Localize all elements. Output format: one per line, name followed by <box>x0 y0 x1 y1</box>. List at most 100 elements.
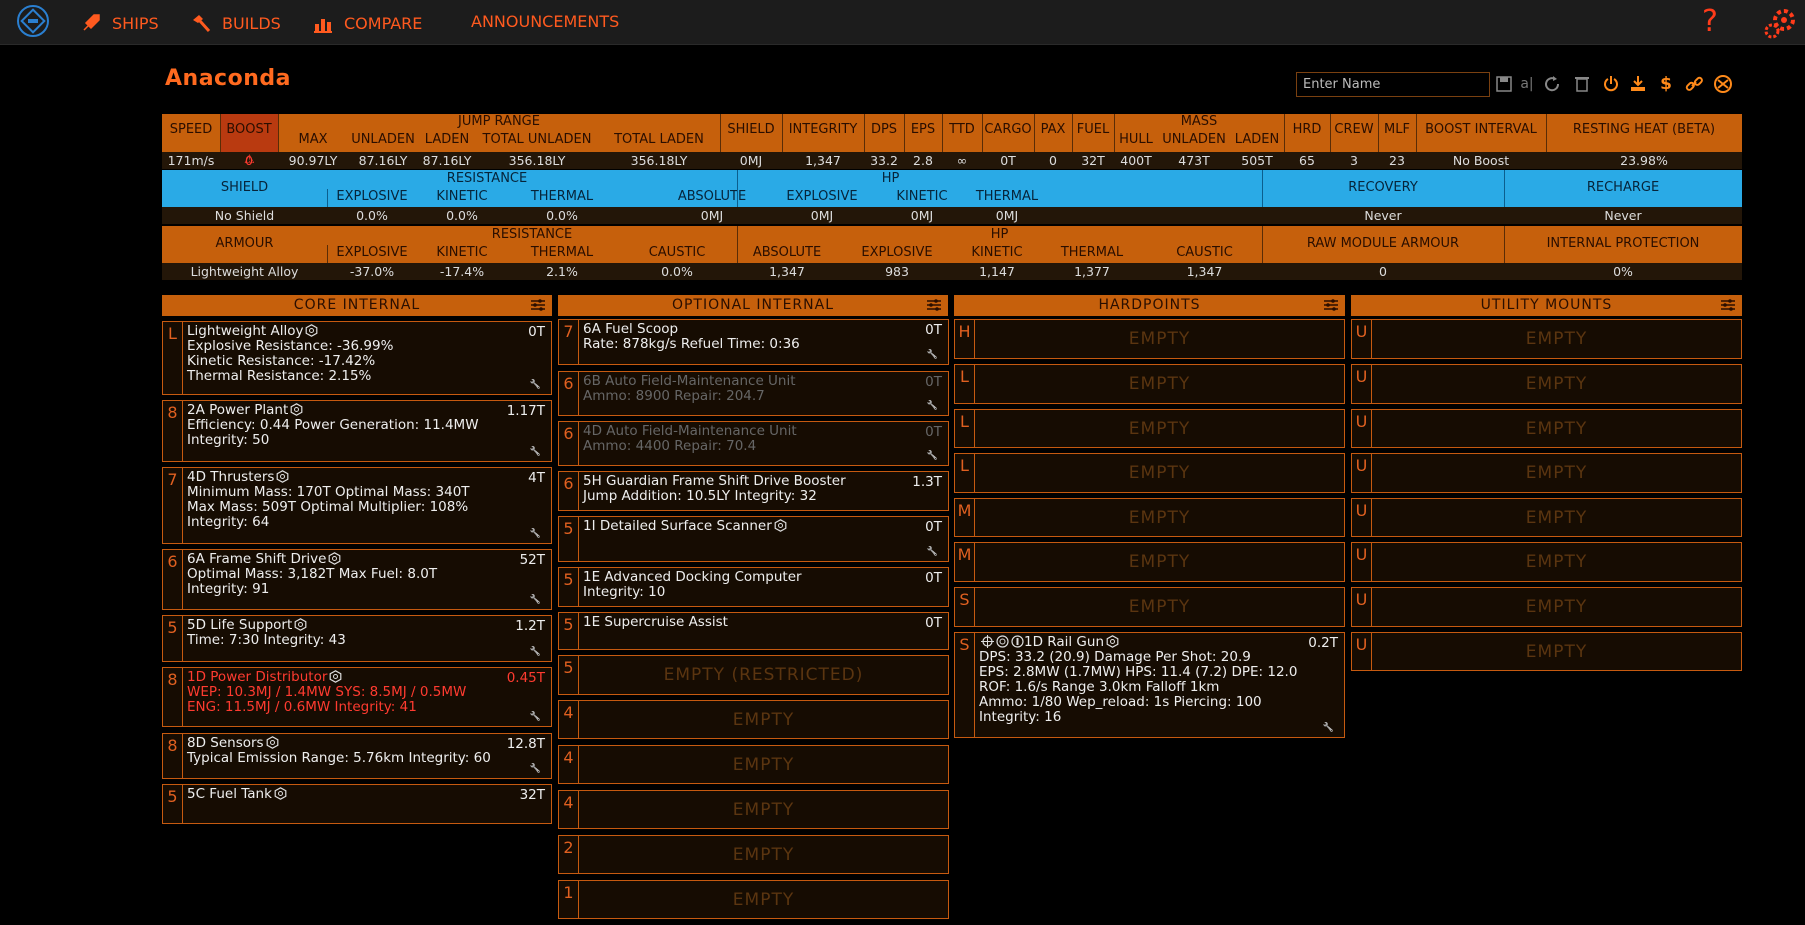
utility-slot[interactable]: U EMPTY <box>1351 632 1742 671</box>
stat-value-crew: 3 <box>1350 153 1358 168</box>
power-icon[interactable] <box>1601 73 1621 95</box>
nav-builds[interactable]: BUILDS <box>190 12 281 34</box>
filter-icon[interactable] <box>530 298 546 312</box>
empty-slot-label: EMPTY <box>732 799 795 820</box>
hardpoints-slot[interactable]: M EMPTY <box>954 542 1345 582</box>
coriolis-logo-icon[interactable] <box>16 4 50 38</box>
module-mass: 52T <box>519 552 545 568</box>
armour-hp-kinetic-label: KINETIC <box>971 245 1023 260</box>
utility-slot[interactable]: U EMPTY <box>1351 319 1742 359</box>
gear-icon[interactable] <box>1762 6 1798 40</box>
empty-slot-label: EMPTY <box>1128 329 1191 349</box>
shield-hp-thermal-label: THERMAL <box>975 189 1039 204</box>
link-icon[interactable] <box>1684 73 1704 95</box>
module-mass: 1.17T <box>506 403 545 419</box>
cost-icon[interactable]: $ <box>1656 73 1676 95</box>
nav-announcements-label: ANNOUNCEMENTS <box>471 12 620 31</box>
module-details: 1D Rail Gun DPS: 33.2 (20.9) Damage Per S… <box>979 635 1338 725</box>
top-nav-bar: SHIPS BUILDS COMPARE ANNOUNCEMENTS ? <box>0 0 1805 45</box>
build-name-input[interactable] <box>1296 72 1490 97</box>
filter-icon[interactable] <box>926 298 942 312</box>
core-slot[interactable]: 8 8D Sensors Typical Emission Range: 5.76k… <box>162 733 552 779</box>
wrench-icon[interactable]: 🔧 <box>927 547 938 557</box>
stat-value-hull: 400T <box>1120 153 1152 168</box>
wrench-icon[interactable]: 🔧 <box>530 595 541 605</box>
hardpoints-slot[interactable]: M EMPTY <box>954 498 1345 537</box>
module-name: 6B Auto Field-Maintenance Unit <box>583 374 942 389</box>
module-name-text: 6A Frame Shift Drive <box>187 551 327 567</box>
filter-icon[interactable] <box>1720 298 1736 312</box>
hardpoints-slot[interactable]: S 1D Rail Gun DPS: 33.2 (20.9) Damage Per … <box>954 632 1345 738</box>
wrench-icon[interactable]: 🔧 <box>1323 723 1334 733</box>
export-icon[interactable] <box>1628 73 1648 95</box>
reload-icon[interactable] <box>1542 73 1562 95</box>
wrench-icon[interactable]: 🔧 <box>530 764 541 774</box>
hardpoints-slot[interactable]: L EMPTY <box>954 453 1345 493</box>
delete-icon[interactable] <box>1572 73 1592 95</box>
utility-slot[interactable]: U EMPTY <box>1351 453 1742 493</box>
empty-slot-label: EMPTY <box>732 709 795 730</box>
armour-res-kinetic-label: KINETIC <box>436 245 488 260</box>
module-mass: 0.45T <box>506 670 545 686</box>
core-slot[interactable]: 5 5D Life Support Time: 7:30 Integrity: 43… <box>162 615 552 662</box>
stat-header-speed: SPEED <box>169 122 213 137</box>
optional-slot[interactable]: 4 EMPTY <box>558 745 949 784</box>
filter-icon[interactable] <box>1323 298 1339 312</box>
help-icon[interactable]: ? <box>1702 4 1718 39</box>
optional-slot[interactable]: 6 5H Guardian Frame Shift Drive Booster Ju… <box>558 471 949 511</box>
core-slot[interactable]: 5 5C Fuel Tank 32T <box>162 784 552 824</box>
utility-slot[interactable]: U EMPTY <box>1351 498 1742 537</box>
core-slot[interactable]: 6 6A Frame Shift Drive Optimal Mass: 3,182… <box>162 549 552 610</box>
wrench-icon[interactable]: 🔧 <box>927 350 938 360</box>
utility-slot[interactable]: U EMPTY <box>1351 587 1742 627</box>
utility-slot[interactable]: U EMPTY <box>1351 542 1742 582</box>
core-slot[interactable]: 7 4D Thrusters Minimum Mass: 170T Optimal … <box>162 467 552 544</box>
slot-class-label: 7 <box>163 468 183 543</box>
shield-hp-explosive-label: EXPLOSIVE <box>786 189 858 204</box>
engineered-hex-icon <box>1106 635 1119 648</box>
nav-announcements[interactable]: ANNOUNCEMENTS <box>471 12 619 31</box>
optional-slot[interactable]: 5 1I Detailed Surface Scanner 0T 🔧 <box>558 516 949 562</box>
core-slot[interactable]: 8 1D Power Distributor WEP: 10.3MJ / 1.4MW… <box>162 667 552 727</box>
wrench-icon[interactable]: 🔧 <box>530 447 541 457</box>
utility-slot[interactable]: U EMPTY <box>1351 364 1742 404</box>
optional-slot[interactable]: 6 4D Auto Field-Maintenance Unit Ammo: 440… <box>558 421 949 466</box>
optional-slot[interactable]: 4 EMPTY <box>558 790 949 829</box>
hardpoints-slot[interactable]: L EMPTY <box>954 409 1345 448</box>
shield-hp-label: HP <box>881 171 900 186</box>
optional-slot[interactable]: 5 1E Advanced Docking Computer Integrity: … <box>558 567 949 607</box>
save-icon[interactable] <box>1494 73 1514 95</box>
optional-slot[interactable]: 7 6A Fuel Scoop Rate: 878kg/s Refuel Time:… <box>558 319 949 365</box>
core-slot[interactable]: L Lightweight Alloy Explosive Resistance: … <box>162 321 552 395</box>
optional-slot[interactable]: 4 EMPTY <box>558 700 949 739</box>
optional-slot[interactable]: 1 EMPTY <box>558 880 949 919</box>
wrench-icon[interactable]: 🔧 <box>530 529 541 539</box>
stat-header-fuel: FUEL <box>1076 122 1110 137</box>
wrench-icon[interactable]: 🔧 <box>927 401 938 411</box>
hardpoints-slot[interactable]: S EMPTY <box>954 587 1345 627</box>
module-mass: 1.2T <box>515 618 545 634</box>
hardpoints-slot[interactable]: L EMPTY <box>954 364 1345 404</box>
wrench-icon[interactable]: 🔧 <box>927 451 938 461</box>
module-name-text: 4D Thrusters <box>187 469 275 485</box>
module-mass: 0T <box>925 615 942 631</box>
wrench-icon[interactable]: 🔧 <box>530 647 541 657</box>
module-mass: 0T <box>925 570 942 586</box>
coriolis-icon[interactable] <box>1713 73 1733 95</box>
hardpoints-slot[interactable]: H EMPTY <box>954 319 1345 359</box>
slot-class-label: M <box>955 543 975 581</box>
utility-slot[interactable]: U EMPTY <box>1351 409 1742 448</box>
column-divider <box>904 114 905 152</box>
slot-class-label: M <box>955 499 975 536</box>
optional-slot[interactable]: 6 6B Auto Field-Maintenance Unit Ammo: 890… <box>558 371 949 416</box>
nav-ships[interactable]: SHIPS <box>80 12 159 34</box>
wrench-icon[interactable]: 🔧 <box>530 712 541 722</box>
undo-icon[interactable]: a| <box>1517 73 1537 95</box>
hardpoints-header: HARDPOINTS <box>954 295 1345 316</box>
wrench-icon[interactable]: 🔧 <box>530 380 541 390</box>
optional-slot[interactable]: 2 EMPTY <box>558 835 949 874</box>
nav-compare[interactable]: COMPARE <box>312 12 422 34</box>
optional-slot[interactable]: 5 EMPTY (RESTRICTED) <box>558 655 949 695</box>
core-slot[interactable]: 8 2A Power Plant Efficiency: 0.44 Power Ge… <box>162 400 552 462</box>
optional-slot[interactable]: 5 1E Supercruise Assist 0T <box>558 612 949 650</box>
